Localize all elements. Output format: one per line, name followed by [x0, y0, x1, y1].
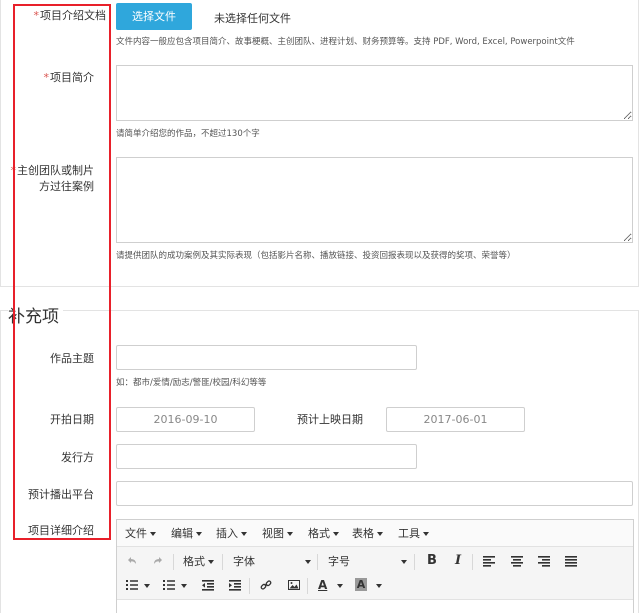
doc-label: *项目介绍文档 [12, 8, 107, 24]
file-status-text: 未选择任何文件 [214, 12, 291, 25]
theme-input[interactable] [116, 345, 417, 370]
align-justify-icon[interactable] [565, 555, 577, 567]
align-left-icon[interactable] [483, 555, 495, 567]
doc-hint: 文件内容一般应包含项目简介、故事梗概、主创团队、进程计划、财务预算等。支持 PD… [116, 37, 575, 47]
required-mark: * [10, 164, 17, 177]
menu-view[interactable]: 视图 [262, 525, 293, 541]
release-date-label: 预计上映日期 [297, 413, 363, 426]
chevron-down-icon[interactable] [141, 579, 150, 592]
toolbar-separator [317, 554, 318, 570]
chevron-down-icon[interactable] [178, 579, 187, 592]
italic-button[interactable]: I [455, 554, 461, 568]
intro-hint: 请简单介绍您的作品，不超过130个字 [116, 129, 260, 139]
font-color-button[interactable]: A [318, 578, 327, 592]
doc-label-text: 项目介绍文档 [40, 9, 106, 22]
toolbar-separator [222, 554, 223, 570]
team-hint: 请提供团队的成功案例及其实际表现（包括影片名称、播放链接、投资回报表现以及获得的… [116, 251, 516, 261]
format-dropdown[interactable]: 格式 [183, 555, 214, 569]
menu-file[interactable]: 文件 [125, 525, 156, 541]
theme-hint: 如：都市/爱情/励志/警匪/校园/科幻等等 [116, 378, 267, 388]
numbered-list-icon[interactable] [163, 579, 175, 591]
background-color-button[interactable]: A [355, 578, 367, 591]
required-mark: * [43, 71, 50, 84]
toolbar-separator [173, 554, 174, 570]
chevron-down-icon [302, 555, 311, 568]
editor-toolbar: 格式 字体 字号 B I A A [117, 546, 633, 600]
menu-format[interactable]: 格式 [308, 525, 339, 541]
platform-input[interactable] [116, 481, 633, 506]
redo-icon[interactable] [152, 555, 164, 567]
menu-edit[interactable]: 编辑 [171, 525, 202, 541]
menu-insert[interactable]: 插入 [216, 525, 247, 541]
section-title: 补充项 [8, 302, 63, 327]
menu-tools[interactable]: 工具 [398, 525, 429, 541]
intro-label: *项目简介 [0, 70, 95, 86]
shoot-date-label: 开拍日期 [50, 413, 94, 426]
link-icon[interactable] [260, 579, 272, 591]
undo-icon[interactable] [126, 555, 138, 567]
font-family-dropdown[interactable]: 字体 [233, 555, 255, 569]
team-label: *主创团队或制片 方过往案例 [0, 163, 95, 195]
team-label-line1: 主创团队或制片 [17, 164, 94, 177]
rich-text-editor[interactable]: 文件 编辑 插入 视图 格式 表格 工具 格式 字体 字号 B I A A [116, 519, 634, 613]
font-size-dropdown[interactable]: 字号 [328, 555, 350, 569]
chevron-down-icon[interactable] [373, 579, 382, 592]
bullet-list-icon[interactable] [126, 579, 138, 591]
image-icon[interactable] [288, 579, 300, 591]
details-label: 项目详细介绍 [28, 524, 94, 537]
choose-file-button[interactable]: 选择文件 [116, 3, 192, 30]
team-textarea[interactable] [116, 157, 633, 243]
publisher-input[interactable] [116, 444, 417, 469]
platform-label: 预计播出平台 [28, 488, 94, 501]
toolbar-separator [472, 554, 473, 570]
align-center-icon[interactable] [511, 555, 523, 567]
menu-table[interactable]: 表格 [352, 525, 383, 541]
team-label-line2: 方过往案例 [39, 180, 94, 193]
publisher-label: 发行方 [61, 451, 94, 464]
theme-label: 作品主题 [50, 352, 94, 365]
toolbar-separator [307, 578, 308, 594]
editor-menubar: 文件 编辑 插入 视图 格式 表格 工具 [117, 520, 633, 546]
toolbar-separator [414, 554, 415, 570]
required-mark: * [33, 9, 40, 22]
chevron-down-icon[interactable] [334, 579, 343, 592]
outdent-icon[interactable] [202, 579, 214, 591]
toolbar-separator [249, 578, 250, 594]
indent-icon[interactable] [229, 579, 241, 591]
align-right-icon[interactable] [538, 555, 550, 567]
release-date-input[interactable] [386, 407, 525, 432]
chevron-down-icon [398, 555, 407, 568]
intro-label-text: 项目简介 [50, 71, 94, 84]
bold-button[interactable]: B [427, 554, 437, 568]
intro-textarea[interactable] [116, 65, 633, 121]
shoot-date-input[interactable] [116, 407, 255, 432]
